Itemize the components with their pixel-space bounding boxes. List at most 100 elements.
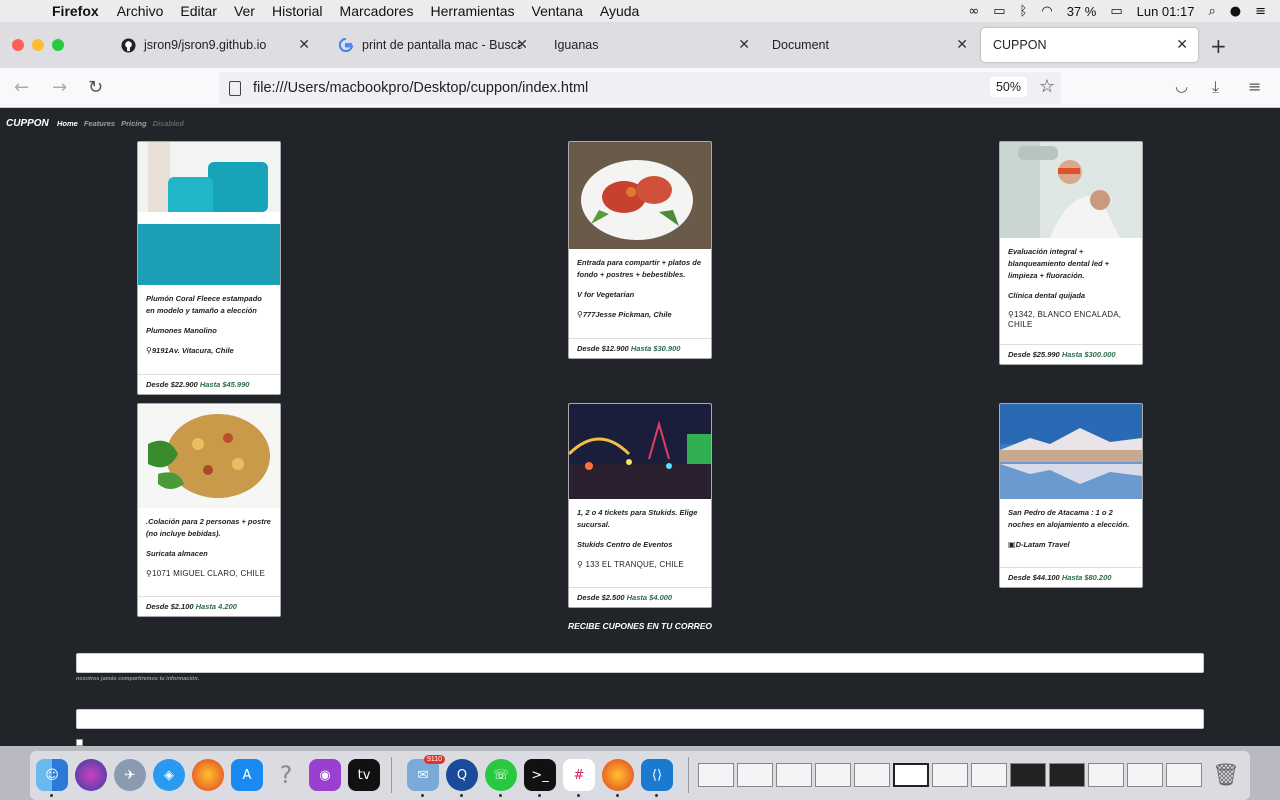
minimized-window-thumbnail[interactable] xyxy=(893,763,929,787)
minimized-window-thumbnail[interactable] xyxy=(815,763,851,787)
minimized-window-thumbnail[interactable] xyxy=(737,763,773,787)
map-pin-icon: ⚲ xyxy=(577,560,584,569)
trash-icon[interactable]: 🗑 xyxy=(1210,759,1242,791)
minimized-window-thumbnail[interactable] xyxy=(1010,763,1046,787)
product-image xyxy=(1000,142,1142,238)
menu-editar[interactable]: Editar xyxy=(180,3,217,19)
coupon-card[interactable]: Entrada para compartir + platos de fondo… xyxy=(568,141,712,359)
coupon-card[interactable]: Evaluación integral + blanqueamiento den… xyxy=(999,141,1143,365)
minimize-window-button[interactable] xyxy=(32,39,44,51)
firefox-icon[interactable] xyxy=(602,759,634,791)
tab-cuppon-active[interactable]: CUPPON ✕ xyxy=(981,28,1198,62)
nav-disabled: Disabled xyxy=(152,119,184,128)
bluetooth-icon[interactable]: ᛒ xyxy=(1020,4,1028,19)
close-tab-icon[interactable]: ✕ xyxy=(516,37,528,53)
coupon-card[interactable]: 1, 2 o 4 tickets para Stukids. Elige suc… xyxy=(568,403,712,608)
slack-icon[interactable]: # xyxy=(563,759,595,791)
password-input[interactable] xyxy=(76,709,1204,729)
nav-home[interactable]: Home xyxy=(57,119,78,128)
minimized-window-thumbnail[interactable] xyxy=(932,763,968,787)
address-bar[interactable]: file:///Users/macbookpro/Desktop/cuppon/… xyxy=(219,72,1061,104)
nav-pricing[interactable]: Pricing xyxy=(121,119,146,128)
unknown-app-icon[interactable]: ? xyxy=(270,759,302,791)
podcasts-icon[interactable]: ◉ xyxy=(309,759,341,791)
minimized-window-thumbnail[interactable] xyxy=(1127,763,1163,787)
menu-ayuda[interactable]: Ayuda xyxy=(600,3,639,19)
creative-cloud-icon[interactable]: ∞ xyxy=(968,4,979,19)
card-seller: Plumones Manolino xyxy=(146,326,217,335)
forward-arrow-icon[interactable]: → xyxy=(52,77,67,98)
safari-icon[interactable]: ◈ xyxy=(153,759,185,791)
close-tab-icon[interactable]: ✕ xyxy=(298,37,310,53)
zoom-level-button[interactable]: 50% xyxy=(989,77,1027,97)
close-tab-icon[interactable]: ✕ xyxy=(738,37,750,53)
menu-clock[interactable]: Lun 01:17 xyxy=(1137,4,1195,19)
mail-icon[interactable]: ✉ 9110 xyxy=(407,755,445,791)
zoom-window-button[interactable] xyxy=(52,39,64,51)
minimized-window-thumbnail[interactable] xyxy=(1049,763,1085,787)
web-page: CUPPON Home Features Pricing Disabled Pl… xyxy=(0,108,1280,746)
bookmark-star-icon[interactable]: ☆ xyxy=(1039,76,1055,97)
minimized-window-thumbnail[interactable] xyxy=(776,763,812,787)
apple-tv-icon[interactable]: tv xyxy=(348,759,380,791)
reload-icon[interactable]: ↻ xyxy=(88,77,103,98)
price-from: Desde $25.990 xyxy=(1008,350,1060,359)
tab-document[interactable]: Document ✕ xyxy=(760,28,978,62)
whatsapp-icon[interactable]: ☏ xyxy=(485,759,517,791)
menu-marcadores[interactable]: Marcadores xyxy=(340,3,414,19)
new-tab-icon[interactable]: + xyxy=(1210,34,1227,58)
minimized-window-thumbnail[interactable] xyxy=(971,763,1007,787)
spotlight-search-icon[interactable]: ⌕ xyxy=(1208,4,1215,19)
site-brand[interactable]: CUPPON xyxy=(6,118,49,129)
card-address: ⚲1071 MIGUEL CLARO, CHILE xyxy=(146,569,266,578)
quicktime-icon[interactable]: Q xyxy=(446,759,478,791)
close-tab-icon[interactable]: ✕ xyxy=(956,37,968,53)
back-arrow-icon[interactable]: ← xyxy=(14,77,29,98)
coupon-card[interactable]: .Colación para 2 personas + postre (no i… xyxy=(137,403,281,617)
wifi-icon[interactable]: ◠ xyxy=(1041,4,1052,19)
menu-ventana[interactable]: Ventana xyxy=(532,3,583,19)
nav-features[interactable]: Features xyxy=(84,119,115,128)
minimized-window-thumbnail[interactable] xyxy=(698,763,734,787)
downloads-icon[interactable]: ⤓ xyxy=(1212,77,1219,97)
github-icon xyxy=(120,37,136,53)
siri-icon[interactable]: ● xyxy=(1230,4,1241,19)
price-to: Hasta $80.200 xyxy=(1061,573,1112,582)
menu-ver[interactable]: Ver xyxy=(234,3,255,19)
launchpad-icon[interactable]: ✈ xyxy=(114,759,146,791)
minimized-window-thumbnail[interactable] xyxy=(854,763,890,787)
menu-app-name[interactable]: Firefox xyxy=(52,3,99,19)
google-icon xyxy=(338,37,354,53)
card-description: Entrada para compartir + platos de fondo… xyxy=(577,258,701,279)
minimized-window-thumbnail[interactable] xyxy=(1088,763,1124,787)
menu-herramientas[interactable]: Herramientas xyxy=(430,3,514,19)
hamburger-menu-icon[interactable]: ≡ xyxy=(1248,77,1261,96)
control-center-icon[interactable]: ≡ xyxy=(1255,4,1266,19)
browser-tab-bar: jsron9/jsron9.github.io ✕ print de panta… xyxy=(0,22,1280,68)
pocket-icon[interactable]: ◡ xyxy=(1175,77,1188,95)
siri-icon[interactable] xyxy=(75,759,107,791)
firefox-icon[interactable] xyxy=(192,759,224,791)
close-window-button[interactable] xyxy=(12,39,24,51)
terminal-icon[interactable]: >_ xyxy=(524,759,556,791)
airplay-icon[interactable]: ▭ xyxy=(993,4,1005,19)
tab-github[interactable]: jsron9/jsron9.github.io ✕ xyxy=(108,28,320,62)
url-text[interactable]: file:///Users/macbookpro/Desktop/cuppon/… xyxy=(253,80,588,96)
email-input[interactable] xyxy=(76,653,1204,673)
battery-icon[interactable]: ▭ xyxy=(1110,4,1122,19)
finder-icon[interactable]: ☺ xyxy=(36,759,68,791)
menu-archivo[interactable]: Archivo xyxy=(117,3,164,19)
running-indicator xyxy=(421,794,424,797)
coupon-card[interactable]: Plumón Coral Fleece estampado en modelo … xyxy=(137,141,281,395)
tab-title: print de pantalla mac - Buscar xyxy=(362,38,522,52)
tab-google-search[interactable]: print de pantalla mac - Buscar ✕ xyxy=(326,28,538,62)
tab-iguanas[interactable]: Iguanas ✕ xyxy=(542,28,760,62)
coupon-card[interactable]: San Pedro de Atacama : 1 o 2 noches en a… xyxy=(999,403,1143,588)
close-tab-icon[interactable]: ✕ xyxy=(1176,37,1188,53)
card-address: ⚲ 133 EL TRANQUE, CHILE xyxy=(577,560,684,569)
minimized-window-thumbnail[interactable] xyxy=(1166,763,1202,787)
vscode-icon[interactable]: ⟨⟩ xyxy=(641,759,673,791)
menu-historial[interactable]: Historial xyxy=(272,3,323,19)
app-store-icon[interactable]: A xyxy=(231,759,263,791)
checkbox[interactable] xyxy=(76,739,83,746)
